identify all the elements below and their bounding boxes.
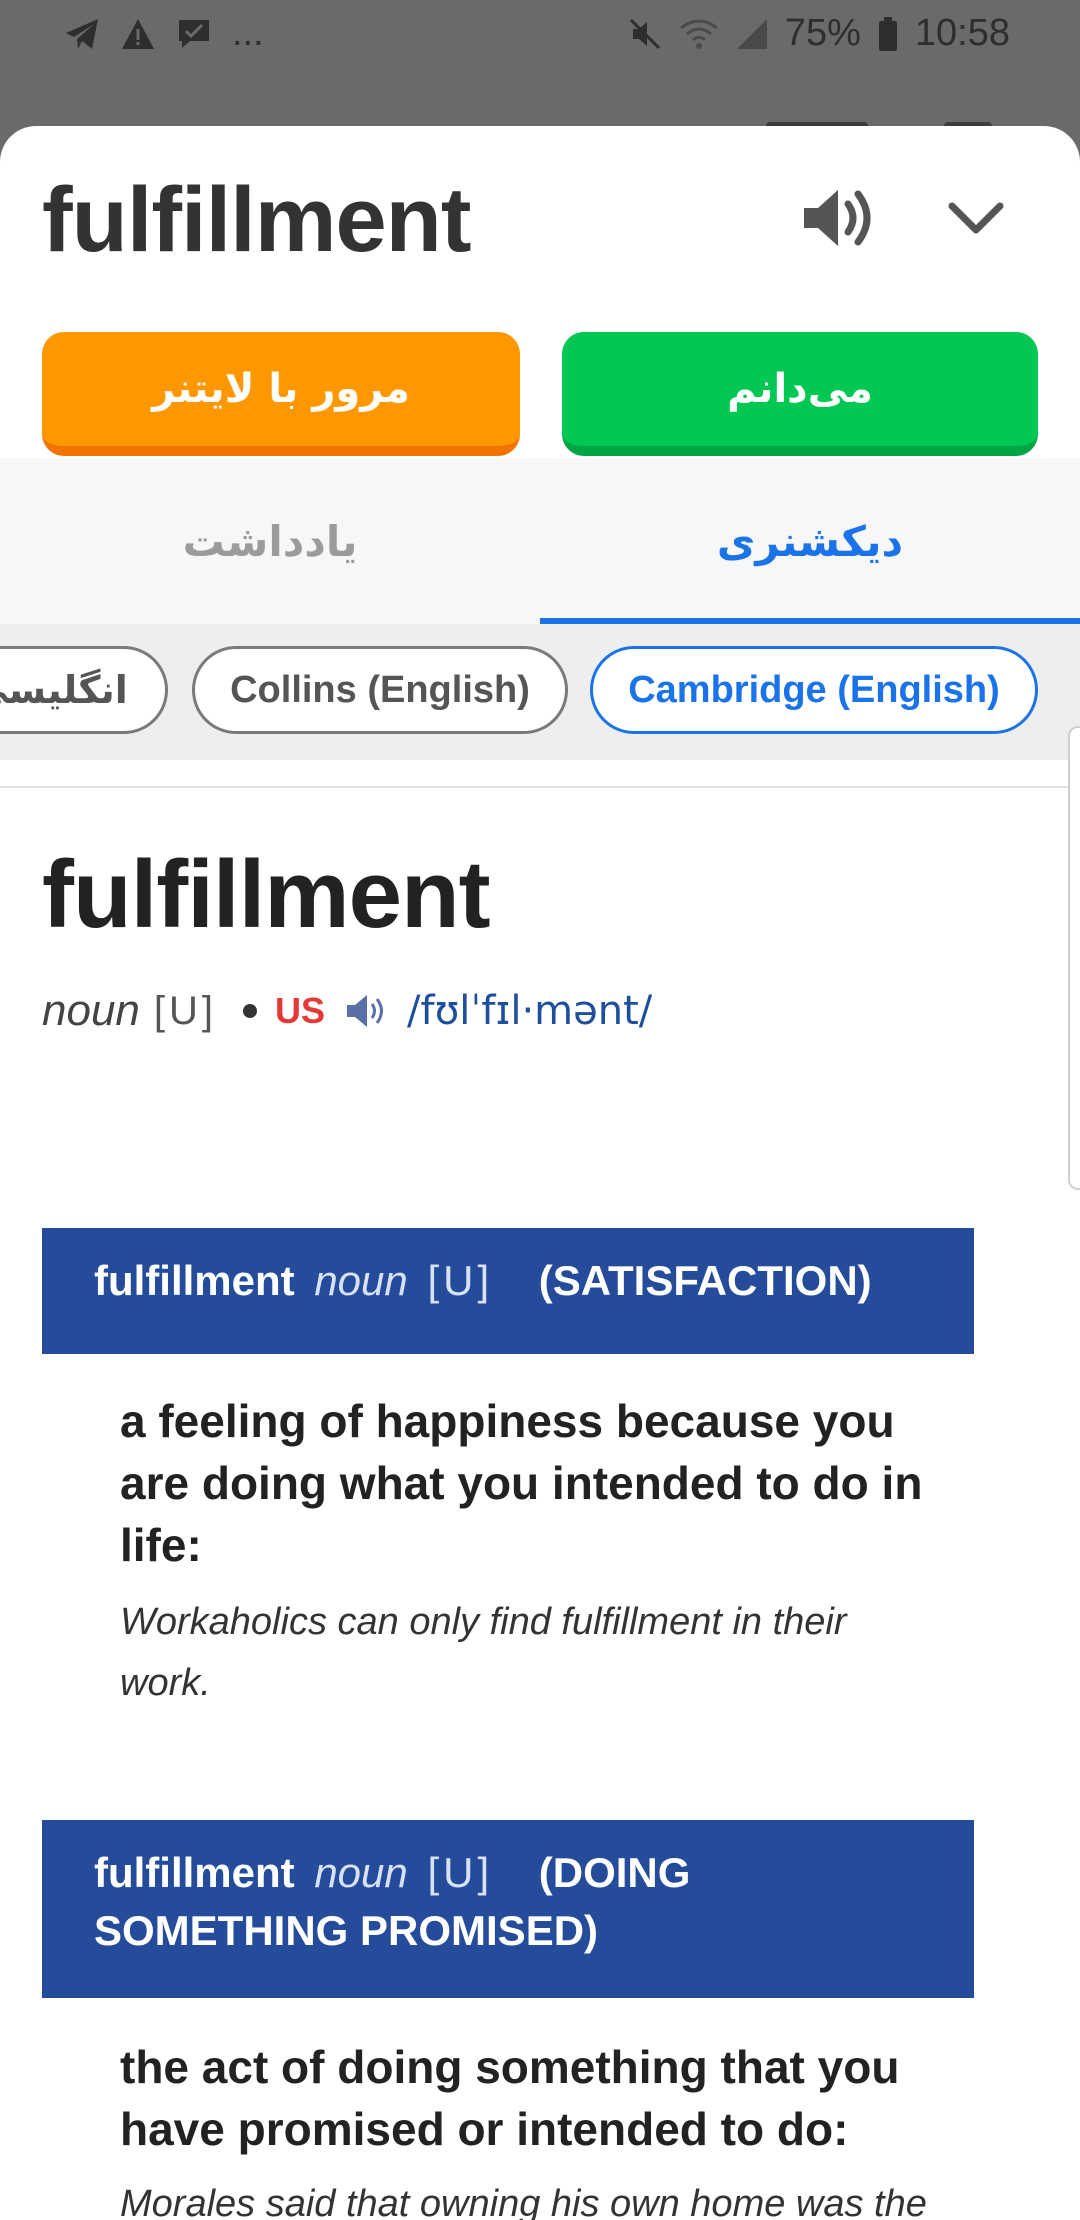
signal-icon	[736, 18, 767, 49]
i-know-label: می‌دانم	[727, 366, 873, 412]
word-sheet: fulfillment مرور با لایتنر می‌دانم یاددا…	[0, 126, 1080, 2220]
header-word: fulfillment	[42, 169, 472, 271]
tab-dictionary[interactable]: دیکشنری	[540, 458, 1080, 624]
sense-header: fulfillment noun [U] (SATISFACTION)	[42, 1228, 974, 1354]
pronunciation: /fʊlˈfɪl·mənt/	[407, 988, 653, 1034]
tab-notes[interactable]: یادداشت	[0, 458, 540, 624]
part-of-speech: noun	[42, 986, 140, 1035]
sense-definition: a feeling of happiness because you are d…	[120, 1395, 923, 1571]
source-chip-row[interactable]: انگلیسی Collins (English) Cambridge (Eng…	[0, 624, 1080, 760]
wifi-icon	[679, 19, 718, 49]
tab-notes-label: یادداشت	[182, 516, 358, 566]
bullet	[243, 1004, 258, 1018]
sense-guideword: (SATISFACTION)	[538, 1257, 872, 1304]
sense-header: fulfillment noun [U] (DOING SOMETHING PR…	[42, 1820, 974, 1998]
status-bar: ... 75% 10:58	[0, 0, 1080, 70]
i-know-button[interactable]: می‌دانم	[562, 332, 1038, 456]
sense-word: fulfillment	[94, 1849, 295, 1896]
pronunciation-speaker-icon[interactable]	[345, 991, 389, 1031]
grammar-code: [U]	[153, 988, 218, 1033]
chip-collins-label: Collins (English)	[230, 668, 530, 711]
sense-definition: the act of doing something that you have…	[120, 2041, 900, 2155]
chip-cambridge-label: Cambridge (English)	[628, 668, 1000, 711]
telegram-icon	[66, 18, 98, 49]
chip-persian-english[interactable]: انگلیسی	[0, 646, 168, 734]
review-leitner-label: مرور با لایتنر	[152, 366, 410, 412]
battery-icon	[878, 16, 897, 51]
sense-example: Morales said that owning his own home wa…	[120, 2183, 927, 2220]
warning-icon	[122, 18, 154, 49]
region-label: US	[275, 990, 326, 1031]
sense-example: Workaholics can only find fulfillment in…	[120, 1601, 847, 1704]
chevron-down-icon[interactable]	[946, 196, 1006, 240]
sense-word: fulfillment	[94, 1257, 295, 1304]
sense-pos: noun	[314, 1257, 408, 1304]
clock: 10:58	[914, 12, 1010, 54]
sense-pos: noun	[314, 1849, 408, 1896]
sense-grammar: [U]	[427, 1257, 494, 1304]
battery-percent: 75%	[784, 12, 861, 54]
chip-collins[interactable]: Collins (English)	[192, 646, 568, 734]
scroll-indicator[interactable]	[1068, 726, 1080, 1190]
review-leitner-button[interactable]: مرور با لایتنر	[42, 332, 520, 456]
sense-grammar: [U]	[427, 1849, 494, 1896]
entry-info-line: noun [U] US /fʊlˈfɪl·mənt/	[42, 986, 652, 1036]
tab-dictionary-label: دیکشنری	[716, 516, 904, 566]
message-icon	[179, 19, 209, 48]
speaker-icon[interactable]	[800, 186, 876, 250]
entry-headword: fulfillment	[42, 841, 491, 948]
chip-cambridge[interactable]: Cambridge (English)	[590, 646, 1038, 734]
dictionary-content: fulfillment noun [U] US /fʊlˈfɪl·mənt/ f…	[0, 786, 1068, 2220]
mute-icon	[629, 18, 660, 49]
chip-persian-english-label: انگلیسی	[0, 668, 128, 712]
status-overflow: ...	[232, 12, 264, 54]
tab-bar: یادداشت دیکشنری	[0, 458, 1080, 624]
